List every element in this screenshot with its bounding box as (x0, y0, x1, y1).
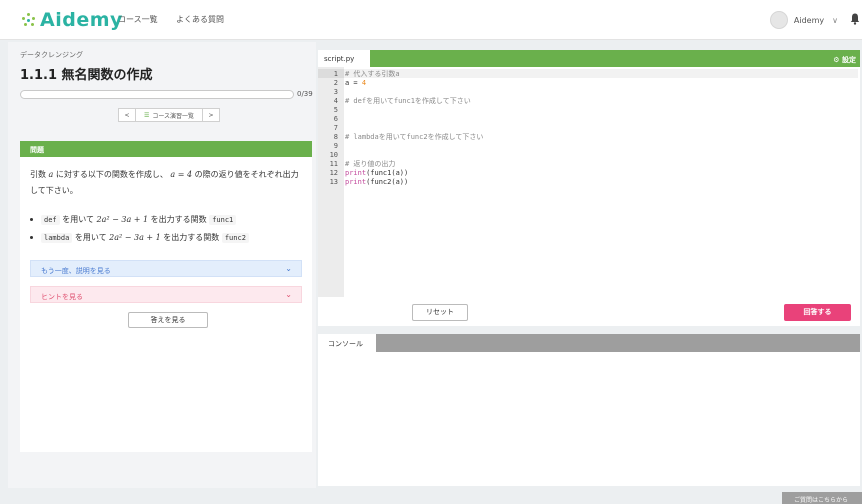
code-line[interactable]: # 返り値の出力 (345, 160, 395, 169)
logo-text: Aidemy (40, 9, 123, 31)
category-label: データクレンジング (20, 51, 83, 59)
console-tab-bar: コンソール (318, 334, 860, 352)
editor-tab-bar: script.py ⚙ 設定 (318, 50, 860, 67)
bullet-dot (30, 236, 33, 239)
math-var: a (48, 170, 54, 179)
hint-toggle[interactable]: ヒントを見る ⌄ (30, 286, 302, 303)
bell-icon[interactable] (850, 13, 860, 25)
list-item: def を用いて 2a² − 3a + 1 を出力する関数 func1 (30, 214, 237, 225)
code-line[interactable]: # defを用いてfunc1を作成して下さい (345, 97, 471, 106)
list-item: lambda を用いて 2a² − 3a + 1 を出力する関数 func2 (30, 232, 249, 243)
gear-icon: ⚙ (833, 56, 840, 64)
bullet-text: を用いて (62, 215, 94, 224)
problem-text-part: 引数 (30, 170, 46, 179)
reset-button[interactable]: リセット (412, 304, 468, 321)
user-menu[interactable]: Aidemy ∨ (769, 10, 838, 30)
line-number: 4 (333, 97, 338, 105)
bullet-dot (30, 218, 33, 221)
chevron-down-icon: ⌄ (285, 290, 292, 299)
code-line[interactable]: print(func2(a)) (345, 178, 408, 187)
line-number: 7 (333, 124, 338, 132)
chevron-down-icon: ⌄ (285, 264, 292, 273)
inline-code: def (41, 214, 60, 225)
line-number: 13 (329, 178, 338, 186)
logo-icon (22, 13, 36, 27)
line-number: 12 (329, 169, 338, 177)
code-line[interactable]: # 代入する引数a (345, 70, 400, 79)
inline-code: lambda (41, 232, 73, 243)
problem-text-part: に対する以下の関数を作成し、 (55, 170, 168, 179)
line-number: 11 (329, 160, 338, 168)
avatar-icon (769, 11, 788, 29)
math-expr: 2a² − 3a + 1 (96, 215, 149, 224)
line-number: 9 (333, 142, 338, 150)
active-line-highlight (344, 69, 858, 78)
show-answer-button[interactable]: 答えを見る (128, 312, 208, 328)
line-number: 1 (333, 70, 338, 78)
bullet-text: を出力する関数 (150, 215, 207, 224)
problem-body: 引数 a に対する以下の関数を作成し、 a = 4 の際の返り値をそれぞれ出力し… (20, 157, 312, 452)
progress-text: 0/39 (297, 90, 313, 98)
user-name: Aidemy (793, 15, 825, 25)
math-expr: 2a² − 3a + 1 (109, 233, 161, 242)
line-number: 5 (333, 106, 338, 114)
line-number: 2 (333, 79, 338, 87)
next-button[interactable]: > (202, 108, 220, 122)
bullet-text: を出力する関数 (163, 233, 220, 242)
line-number: 6 (333, 115, 338, 123)
logo[interactable]: Aidemy (22, 9, 123, 31)
bullet-text: を用いて (74, 233, 107, 242)
tab-console[interactable]: コンソール (318, 334, 376, 352)
top-bar: Aidemy コース一覧 よくある質問 Aidemy ∨ (0, 0, 862, 40)
submit-button[interactable]: 回答する (784, 304, 851, 321)
problem-text: 引数 a に対する以下の関数を作成し、 a = 4 の際の返り値をそれぞれ出力し… (30, 167, 306, 199)
pager: < ☰ コース演習一覧 > (118, 108, 220, 122)
inline-code: func1 (209, 214, 237, 225)
inline-code: func2 (221, 232, 249, 243)
tab-script[interactable]: script.py (318, 50, 370, 67)
course-list-label: コース演習一覧 (152, 112, 195, 120)
hint-label: ヒントを見る (41, 293, 83, 301)
course-list-button[interactable]: ☰ コース演習一覧 (136, 108, 202, 122)
prev-button[interactable]: < (118, 108, 136, 122)
settings-button[interactable]: ⚙ 設定 (833, 55, 856, 65)
chevron-down-icon: ∨ (832, 15, 838, 25)
nav-course-list[interactable]: コース一覧 (118, 14, 158, 25)
line-number: 3 (333, 88, 338, 96)
math-eq: a = 4 (170, 170, 193, 179)
line-number: 8 (333, 133, 338, 141)
progress-bar (20, 90, 294, 99)
line-number: 10 (329, 151, 338, 159)
console-panel: コンソール (318, 334, 860, 486)
settings-label: 設定 (842, 56, 856, 64)
lesson-panel: データクレンジング 1.1.1 無名関数の作成 0/39 < ☰ コース演習一覧… (8, 42, 316, 488)
inquiry-button[interactable]: ご質問はこちらから (782, 492, 862, 504)
code-line[interactable]: a = 4 (345, 79, 366, 88)
nav-faq[interactable]: よくある質問 (176, 14, 224, 25)
lesson-title: 1.1.1 無名関数の作成 (20, 68, 153, 83)
list-icon: ☰ (143, 111, 150, 119)
explain-again-toggle[interactable]: もう一度、説明を見る ⌄ (30, 260, 302, 277)
problem-heading: 問題 (20, 141, 312, 157)
explain-again-label: もう一度、説明を見る (41, 267, 111, 275)
code-line[interactable]: print(func1(a)) (345, 169, 408, 178)
code-editor: script.py ⚙ 設定 1 # 代入する引数a 2 a = 4 3 4 # defを用… (318, 50, 860, 326)
code-line[interactable]: # lambdaを用いてfunc2を作成して下さい (345, 133, 483, 142)
